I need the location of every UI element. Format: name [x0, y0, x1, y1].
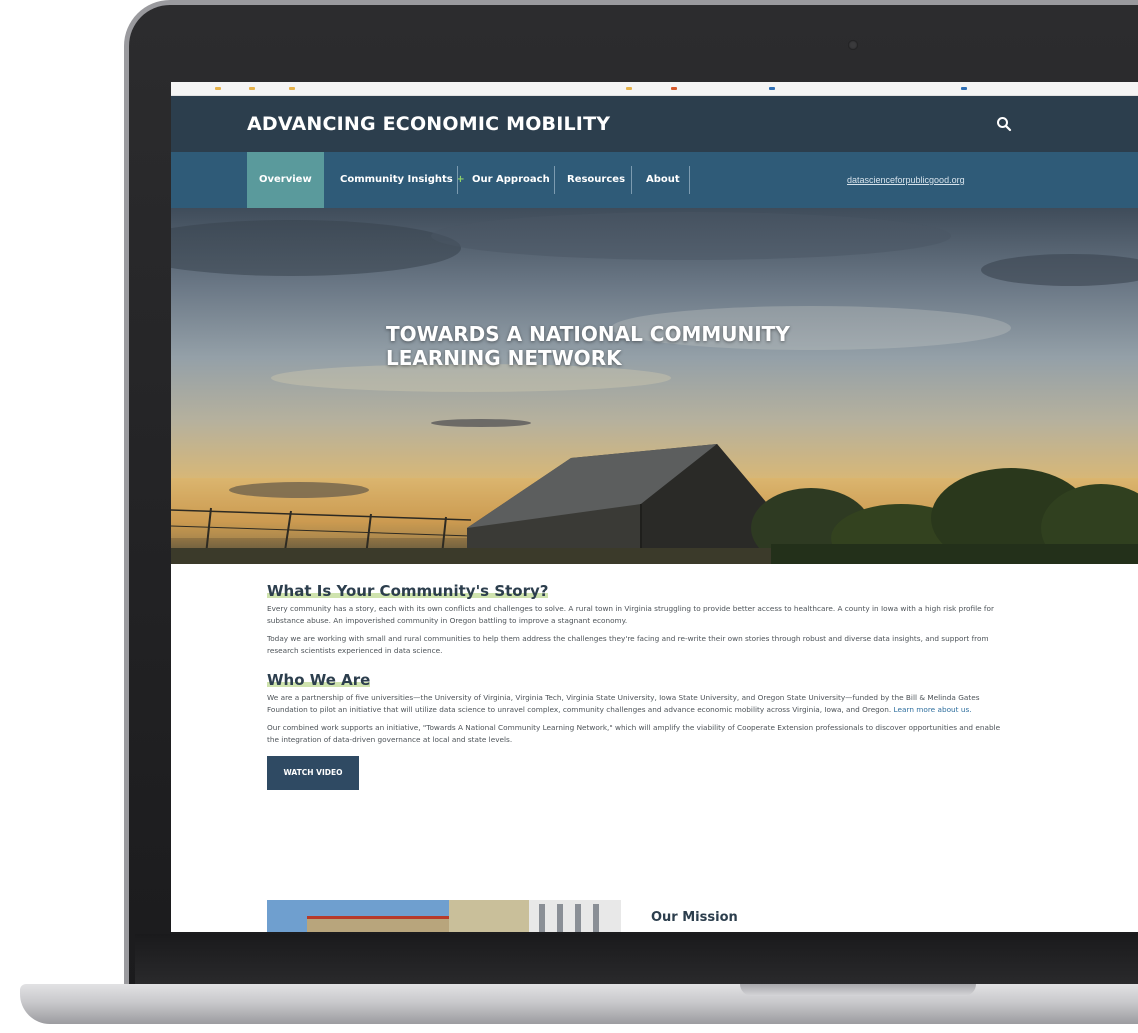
hero-banner: TOWARDS A NATIONAL COMMUNITY LEARNING NE…	[171, 208, 1138, 564]
watch-video-button[interactable]: WATCH VIDEO	[267, 756, 359, 790]
site-title[interactable]: ADVANCING ECONOMIC MOBILITY	[247, 113, 610, 135]
nav-divider	[631, 166, 632, 194]
hero-barn-photo	[171, 212, 1138, 564]
nav-item-about[interactable]: About	[634, 152, 692, 208]
who-paragraph-1-text: We are a partnership of five universitie…	[267, 693, 980, 714]
nav-divider	[689, 166, 690, 194]
story-paragraph-1: Every community has a story, each with i…	[267, 604, 994, 625]
nav-item-overview[interactable]: Overview	[247, 152, 324, 208]
search-icon[interactable]	[996, 116, 1012, 132]
section-heading-story: What Is Your Community's Story?	[267, 582, 549, 600]
story-paragraph-2: Today we are working with small and rura…	[267, 634, 989, 655]
nav-item-label: Our Approach	[472, 174, 550, 185]
nav-item-our-approach[interactable]: Our Approach	[460, 152, 562, 208]
who-paragraph-1: We are a partnership of five universitie…	[267, 692, 1007, 716]
nav-item-label: About	[646, 174, 680, 185]
webcam	[848, 40, 858, 50]
laptop-screen: ADVANCING ECONOMIC MOBILITY Overview Com…	[171, 82, 1138, 932]
who-paragraph-2: Our combined work supports an initiative…	[267, 723, 1001, 744]
learn-more-link[interactable]: Learn more about us.	[894, 705, 972, 714]
site-header: ADVANCING ECONOMIC MOBILITY	[171, 96, 1138, 152]
hero-title: TOWARDS A NATIONAL COMMUNITY LEARNING NE…	[386, 322, 790, 370]
nav-item-label: Community Insights	[340, 174, 453, 185]
mission-image	[267, 900, 621, 932]
nav-item-resources[interactable]: Resources	[555, 152, 637, 208]
nav-divider	[457, 166, 458, 194]
nav-item-label: Resources	[567, 174, 626, 185]
external-site-link[interactable]: datascienceforpublicgood.org	[847, 152, 965, 208]
section-heading-mission: Our Mission	[651, 910, 738, 925]
section-heading-who: Who We Are	[267, 671, 371, 689]
nav-item-label: Overview	[259, 174, 312, 185]
laptop-opening-notch	[740, 984, 976, 996]
main-content: What Is Your Community's Story? Every co…	[267, 582, 1007, 790]
nav-item-community-insights[interactable]: Community Insights +	[328, 152, 477, 208]
browser-bookmarks-bar	[171, 82, 1138, 96]
laptop-bezel	[135, 934, 1138, 986]
main-nav: Overview Community Insights + Our Approa…	[171, 152, 1138, 208]
